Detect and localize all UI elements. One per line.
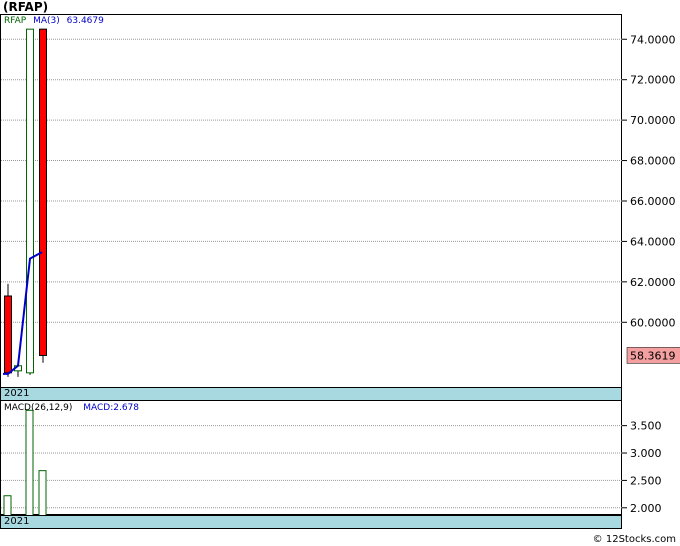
y-tick-label: 72.0000 bbox=[630, 74, 676, 87]
y-tick-label: 70.0000 bbox=[630, 114, 676, 127]
candle-body bbox=[39, 28, 47, 356]
date-strip-macd: 2021 bbox=[0, 515, 622, 529]
legend-ma-label: MA(3) bbox=[33, 16, 60, 26]
macd-bar bbox=[25, 409, 34, 517]
macd-legend: MACD(26,12,9) MACD:2.678 bbox=[4, 403, 139, 413]
candle-body bbox=[26, 28, 34, 374]
macd-y-tick-label: 2.000 bbox=[630, 502, 662, 515]
macd-bar bbox=[38, 470, 47, 517]
date-label-main: 2021 bbox=[4, 388, 30, 399]
macd-panel: 2.000 2.500 3.000 3.500 MACD(26,12,9) MACD:… bbox=[0, 400, 662, 517]
candle-body bbox=[4, 295, 12, 374]
y-tick-label: 60.0000 bbox=[630, 316, 676, 329]
macd-legend-value: MACD:2.678 bbox=[83, 403, 140, 413]
last-price-label: 58.3619 bbox=[630, 349, 676, 362]
macd-y-tick-label: 3.000 bbox=[630, 447, 662, 460]
chart-title: (RFAP) bbox=[3, 0, 49, 14]
legend-ticker: RFAP bbox=[4, 16, 27, 26]
legend-ma-value: 63.4679 bbox=[66, 16, 104, 26]
y-tick-label: 66.0000 bbox=[630, 195, 676, 208]
macd-bar bbox=[3, 495, 12, 517]
macd-y-tick-label: 3.500 bbox=[630, 420, 662, 433]
y-tick-label: 64.0000 bbox=[630, 235, 676, 248]
date-strip-main: 2021 bbox=[0, 387, 622, 401]
macd-chart-svg: 2.000 2.500 3.000 3.500 bbox=[1, 409, 662, 517]
y-tick-label: 62.0000 bbox=[630, 276, 676, 289]
price-legend: RFAP MA(3) 63.4679 bbox=[4, 16, 104, 26]
macd-y-tick-label: 2.500 bbox=[630, 474, 662, 487]
y-tick-label: 74.0000 bbox=[630, 33, 676, 46]
price-chart-svg: 60.0000 62.0000 64.0000 66.0000 68.0000 70.00… bbox=[1, 28, 680, 377]
site-credit: © 12Stocks.com bbox=[592, 534, 676, 545]
price-panel: 60.0000 62.0000 64.0000 66.0000 68.0000 70.00… bbox=[0, 14, 680, 388]
macd-legend-label: MACD(26,12,9) bbox=[4, 403, 73, 413]
y-tick-label: 68.0000 bbox=[630, 155, 676, 168]
date-label-macd: 2021 bbox=[4, 516, 30, 527]
